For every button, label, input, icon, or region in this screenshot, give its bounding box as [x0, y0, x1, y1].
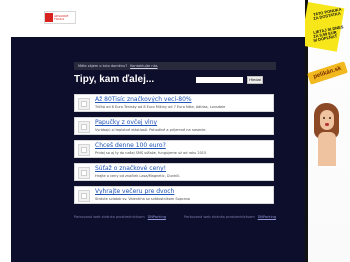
- item-description: Strávte sviatok sv. Valentína so svätost…: [95, 197, 190, 201]
- person-eye-right: [329, 117, 331, 119]
- footer: Parkovaná web stránka prostredníctvom DN…: [74, 215, 276, 219]
- search-button[interactable]: Hledat: [247, 76, 263, 84]
- item-thumbnail: [78, 190, 90, 202]
- item-thumbnail: [78, 167, 90, 179]
- site-logo: ADVANCE TOOLS: [44, 11, 76, 24]
- suggestion-item[interactable]: Chceš denne 100 euro? Pridaj sa aj ty do…: [74, 140, 274, 158]
- footer-right-link[interactable]: DNParking: [258, 215, 276, 219]
- item-title-link[interactable]: Chceš denne 100 euro?: [95, 142, 166, 149]
- topbar-text: Máte zájem o tuto doménu?: [78, 64, 128, 68]
- footer-right-text: Parkovaná web stránka prostredníctvom: [184, 215, 255, 219]
- item-thumbnail: [78, 98, 90, 110]
- item-title-link[interactable]: Súťaž o značkové ceny!: [95, 165, 166, 172]
- footer-left: Parkovaná web stránka prostredníctvom DN…: [74, 215, 166, 219]
- item-thumbnail: [78, 144, 90, 156]
- suggestion-item[interactable]: Vyhrajte večeru pre dvoch Strávte sviato…: [74, 186, 274, 204]
- item-title-link[interactable]: Papučky z ovčej vlny: [95, 119, 157, 126]
- item-description: Vyrábajú si teplotné elástlosti. Pohodln…: [95, 128, 207, 132]
- footer-left-text: Parkovaná web stránka prostredníctvom: [74, 215, 145, 219]
- footer-right: Parkovaná web stránka prostredníctvom DN…: [184, 215, 276, 219]
- page-title: Tipy, kam ďalej...: [74, 74, 155, 85]
- ad-person-image: [310, 103, 343, 166]
- logo-line-2: TOOLS: [54, 16, 65, 21]
- logo-text: ADVANCE TOOLS: [54, 14, 68, 21]
- logo-mark: [45, 13, 53, 22]
- footer-left-link[interactable]: DNParking: [148, 215, 166, 219]
- suggestion-item[interactable]: Papučky z ovčej vlny Vyrábajú si teplotn…: [74, 117, 274, 135]
- item-description: Pridaj sa aj ty do našej SMS súťaže, fun…: [95, 151, 207, 155]
- person-eye-left: [323, 117, 325, 119]
- contact-link[interactable]: Kontaktujte nás: [130, 64, 157, 68]
- item-title-link[interactable]: Vyhrajte večeru pre dvoch: [95, 188, 174, 195]
- suggestion-list: Až 80Tisíc značkových vecí-80% Tričká od…: [74, 94, 274, 209]
- person-face: [320, 110, 334, 130]
- item-description: Hrajte o ceny od značiek Lasa/Magnetic, …: [95, 174, 181, 178]
- ad-brand-text: pelikán.sk: [312, 65, 343, 81]
- suggestion-item[interactable]: Súťaž o značkové ceny! Hrajte o ceny od …: [74, 163, 274, 181]
- domain-topbar: Máte zájem o tuto doménu? Kontaktujte ná…: [74, 62, 276, 70]
- suggestion-item[interactable]: Až 80Tisíc značkových vecí-80% Tričká od…: [74, 94, 274, 112]
- person-body: [318, 132, 336, 166]
- item-description: Tričká od 6 Euro Tenisky od 8 Euro Mikin…: [95, 105, 226, 109]
- search-input[interactable]: [196, 77, 243, 83]
- item-title-link[interactable]: Až 80Tisíc značkových vecí-80%: [95, 96, 192, 103]
- item-thumbnail: [78, 121, 90, 133]
- advertisement-panel[interactable]: TATO PONUKA ZA DOSTATKA LIETAJ SI DNES Z…: [305, 0, 350, 262]
- ad-brand-badge: pelikán.sk: [307, 61, 348, 85]
- person-mouth: [325, 123, 329, 126]
